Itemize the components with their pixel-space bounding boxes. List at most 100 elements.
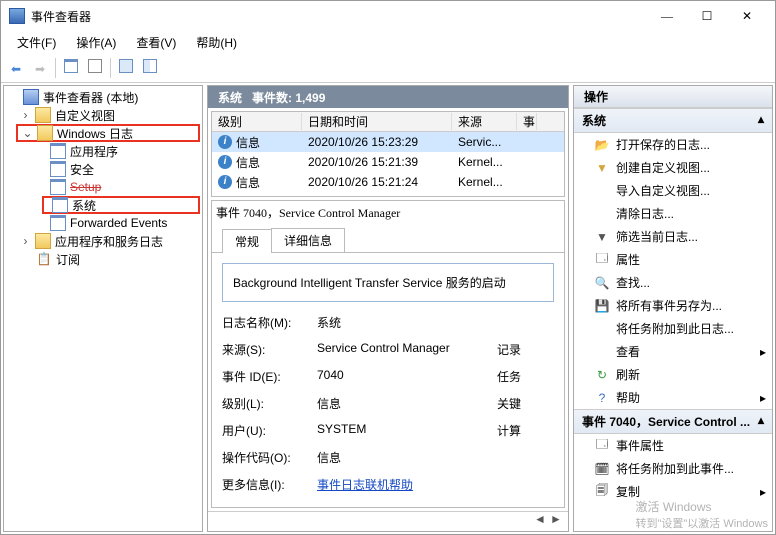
forward-button[interactable]: ➡: [29, 57, 51, 79]
action-find[interactable]: 🔍查找...: [574, 271, 772, 294]
logname-value: 系统: [317, 314, 497, 331]
action-properties[interactable]: 🗔属性: [574, 248, 772, 271]
opcode-value: 信息: [317, 449, 497, 466]
center-scroll[interactable]: ◄►: [208, 511, 568, 531]
folder-icon: [35, 233, 51, 249]
tab-general[interactable]: 常规: [222, 229, 272, 253]
event-row[interactable]: i信息 2020/10/26 15:21:39Kernel...: [212, 152, 564, 172]
tree-setup-log[interactable]: Setup: [6, 178, 200, 196]
col-date[interactable]: 日期和时间: [302, 113, 452, 130]
folder-icon: [37, 125, 53, 141]
toolbar-btn-2[interactable]: [84, 57, 106, 79]
action-attach-task-log[interactable]: 将任务附加到此日志...: [574, 317, 772, 340]
window-title: 事件查看器: [31, 8, 91, 25]
action-save-all-events[interactable]: 💾将所有事件另存为...: [574, 294, 772, 317]
actions-section-event[interactable]: 事件 7040，Service Control ...▴: [574, 409, 772, 434]
titlebar: 事件查看器 — ☐ ✕: [1, 1, 775, 31]
toolbar-btn-3[interactable]: [115, 57, 137, 79]
minimize-button[interactable]: —: [647, 4, 687, 28]
folder-icon: [35, 107, 51, 123]
log-icon: [50, 179, 66, 195]
eventid-label: 事件 ID(E):: [222, 368, 317, 385]
col-level[interactable]: 级别: [212, 113, 302, 130]
action-help[interactable]: ?帮助▸: [574, 386, 772, 409]
menu-view[interactable]: 查看(V): [126, 31, 186, 53]
menu-help[interactable]: 帮助(H): [186, 31, 247, 53]
properties-icon: 🗔: [594, 438, 610, 454]
log-icon: [52, 197, 68, 213]
level-label: 级别(L):: [222, 395, 317, 412]
col-source[interactable]: 来源: [452, 113, 517, 130]
opcode-label: 操作代码(O):: [222, 449, 317, 466]
log-icon: [50, 161, 66, 177]
action-refresh[interactable]: ↻刷新: [574, 363, 772, 386]
toolbar: ⬅ ➡: [1, 53, 775, 83]
action-attach-task-event[interactable]: 🗓将任务附加到此事件...: [574, 457, 772, 480]
info-icon: i: [218, 155, 232, 169]
moreinfo-link[interactable]: 事件日志联机帮助: [317, 476, 497, 493]
chevron-right-icon: ▸: [760, 485, 766, 499]
actions-pane: 操作 系统▴ 📂打开保存的日志... ▼创建自定义视图... 导入自定义视图..…: [573, 85, 773, 532]
grid-header: 级别 日期和时间 来源 事: [212, 112, 564, 132]
event-row[interactable]: i信息 2020/10/26 15:23:29Servic...: [212, 132, 564, 152]
filter-icon: ▼: [594, 160, 610, 176]
event-message: Background Intelligent Transfer Service …: [222, 263, 554, 302]
event-count: 事件数: 1,499: [252, 89, 325, 106]
tab-details[interactable]: 详细信息: [271, 228, 345, 252]
logname-label: 日志名称(M):: [222, 314, 317, 331]
event-row[interactable]: i信息 2020/10/26 15:21:24Kernel...: [212, 172, 564, 192]
detail-tabs: 常规 详细信息: [212, 224, 564, 253]
collapse-icon: ▴: [758, 112, 764, 129]
subscription-icon: 📋: [36, 251, 52, 267]
source-label: 来源(S):: [222, 341, 317, 358]
menu-action[interactable]: 操作(A): [66, 31, 126, 53]
import-icon: [594, 183, 610, 199]
tree-root[interactable]: 事件查看器 (本地): [6, 88, 200, 106]
help-icon: ?: [594, 390, 610, 406]
close-button[interactable]: ✕: [727, 4, 767, 28]
tree-system-log[interactable]: 系统: [42, 196, 200, 214]
computer-label: 计算: [497, 422, 537, 439]
tree-subscriptions[interactable]: 📋订阅: [6, 250, 200, 268]
event-properties: 日志名称(M):系统 来源(S):Service Control Manager…: [222, 314, 554, 493]
menu-file[interactable]: 文件(F): [7, 31, 66, 53]
grid-body[interactable]: i信息 2020/10/26 15:23:29Servic... i信息 202…: [212, 132, 564, 196]
action-event-properties[interactable]: 🗔事件属性: [574, 434, 772, 457]
info-icon: i: [218, 135, 232, 149]
event-detail: 事件 7040，Service Control Manager 常规 详细信息 …: [211, 200, 565, 508]
center-pane: 系统 事件数: 1,499 级别 日期和时间 来源 事 i信息 2020/10/…: [207, 85, 569, 532]
filter-icon: ▼: [594, 229, 610, 245]
tree-custom-views[interactable]: ›自定义视图: [6, 106, 200, 124]
actions-section-system[interactable]: 系统▴: [574, 108, 772, 133]
action-clear-log[interactable]: 清除日志...: [574, 202, 772, 225]
action-filter-log[interactable]: ▼筛选当前日志...: [574, 225, 772, 248]
col-more[interactable]: 事: [517, 113, 537, 130]
tree-windows-logs[interactable]: ⌄Windows 日志: [16, 124, 200, 142]
tree-forwarded-events[interactable]: Forwarded Events: [6, 214, 200, 232]
task-label: 任务: [497, 368, 537, 385]
level-value: 信息: [317, 395, 497, 412]
save-icon: 💾: [594, 298, 610, 314]
detail-title: 事件 7040，Service Control Manager: [212, 201, 564, 224]
toolbar-btn-1[interactable]: [60, 57, 82, 79]
tree-application-log[interactable]: 应用程序: [6, 142, 200, 160]
toolbar-btn-4[interactable]: [139, 57, 161, 79]
action-open-saved-log[interactable]: 📂打开保存的日志...: [574, 133, 772, 156]
action-create-custom-view[interactable]: ▼创建自定义视图...: [574, 156, 772, 179]
events-grid: 级别 日期和时间 来源 事 i信息 2020/10/26 15:23:29Ser…: [211, 111, 565, 197]
detail-body: Background Intelligent Transfer Service …: [212, 253, 564, 507]
task-icon: 🗓: [594, 461, 610, 477]
maximize-button[interactable]: ☐: [687, 4, 727, 28]
tree-app-service-logs[interactable]: ›应用程序和服务日志: [6, 232, 200, 250]
chevron-right-icon: ▸: [760, 345, 766, 359]
log-icon: [50, 215, 66, 231]
copy-icon: 🗐: [594, 484, 610, 500]
source-value: Service Control Manager: [317, 341, 497, 358]
back-button[interactable]: ⬅: [5, 57, 27, 79]
logged-label: 记录: [497, 341, 537, 358]
tree-pane: 事件查看器 (本地) ›自定义视图 ⌄Windows 日志 应用程序 安全 Se…: [3, 85, 203, 532]
windows-activation-watermark: 激活 Windows 转到"设置"以激活 Windows: [636, 498, 769, 531]
action-import-custom-view[interactable]: 导入自定义视图...: [574, 179, 772, 202]
action-view-submenu[interactable]: 查看▸: [574, 340, 772, 363]
tree-security-log[interactable]: 安全: [6, 160, 200, 178]
